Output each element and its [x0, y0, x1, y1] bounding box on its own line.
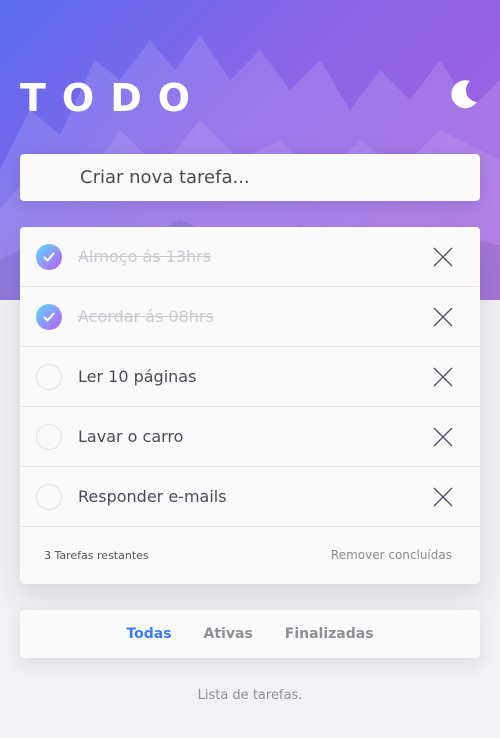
- task-item: Almoço ás 13hrs: [20, 227, 480, 287]
- new-task-input[interactable]: [20, 167, 480, 188]
- task-checkbox[interactable]: [36, 483, 62, 510]
- task-label: Ler 10 páginas: [78, 367, 197, 386]
- filter-active-tab[interactable]: Ativas: [204, 626, 253, 642]
- task-checkbox[interactable]: [36, 363, 62, 390]
- app-title: TODO: [20, 76, 207, 120]
- task-label: Responder e-mails: [78, 487, 227, 506]
- filter-bar: Todas Ativas Finalizadas: [20, 610, 480, 658]
- task-item: Acordar ás 08hrs: [20, 287, 480, 347]
- new-task-container: [20, 154, 480, 201]
- footer-hint: Lista de tarefas.: [197, 688, 303, 703]
- task-checkbox[interactable]: [36, 423, 62, 450]
- check-icon: [43, 251, 55, 262]
- task-label: Lavar o carro: [78, 427, 184, 446]
- filter-all-tab[interactable]: Todas: [126, 626, 171, 642]
- task-item: Lavar o carro: [20, 407, 480, 467]
- task-list: Almoço ás 13hrs Acordar ás 08hrs Ler 10 …: [20, 227, 480, 584]
- task-list-footer: 3 Tarefas restantes Remover concluídas: [20, 527, 480, 583]
- delete-task-icon[interactable]: [432, 366, 454, 388]
- clear-completed-button[interactable]: Remover concluídas: [331, 548, 452, 562]
- delete-task-icon[interactable]: [432, 426, 454, 448]
- moon-icon: [451, 80, 477, 109]
- filter-completed-tab[interactable]: Finalizadas: [285, 626, 374, 642]
- delete-task-icon[interactable]: [432, 306, 454, 328]
- task-item: Ler 10 páginas: [20, 347, 480, 407]
- theme-toggle-button[interactable]: [446, 78, 480, 112]
- task-label: Almoço ás 13hrs: [78, 247, 212, 266]
- check-icon: [43, 311, 55, 322]
- task-checkbox-checked[interactable]: [36, 303, 62, 330]
- delete-task-icon[interactable]: [432, 486, 454, 508]
- task-checkbox-checked[interactable]: [36, 243, 62, 270]
- tasks-remaining-count: 3 Tarefas restantes: [44, 548, 149, 562]
- delete-task-icon[interactable]: [432, 246, 454, 268]
- task-item: Responder e-mails: [20, 467, 480, 527]
- task-label: Acordar ás 08hrs: [78, 307, 214, 326]
